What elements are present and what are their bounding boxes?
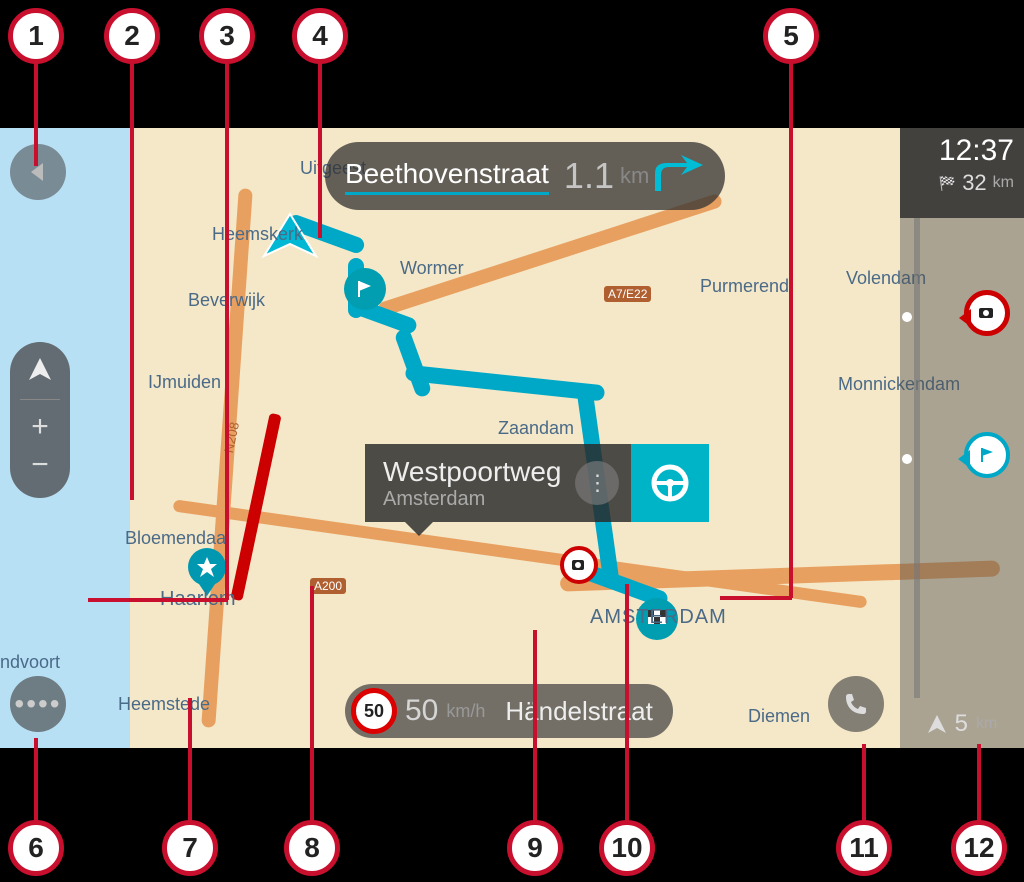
phone-button[interactable] [828, 676, 884, 732]
callout-leader [533, 630, 537, 824]
popup-more-button[interactable]: ⋮ [575, 461, 619, 505]
callout-10: 10 [599, 820, 655, 876]
route-bar-dot [902, 312, 912, 322]
view-zoom-control: + − [10, 342, 70, 498]
map-road [377, 193, 724, 318]
navigation-arrow-icon [27, 356, 53, 382]
arrival-info-panel[interactable]: 12:37 🏁 32 km [900, 128, 1024, 218]
route [394, 327, 433, 398]
popup-title: Westpoortweg [383, 456, 561, 488]
callout-leader [862, 744, 866, 824]
instruction-street: Beethovenstraat [345, 158, 549, 195]
route-bar-camera-icon[interactable] [964, 290, 1010, 336]
callout-leader [789, 60, 793, 598]
callout-leader [310, 586, 314, 824]
speed-camera-marker[interactable] [560, 546, 598, 584]
callout-leader [88, 598, 228, 602]
popup-body[interactable]: Westpoortweg Amsterdam ⋮ [365, 444, 631, 522]
map-road-label: A7/E22 [604, 286, 651, 302]
destination-flag-icon: 🏁 [939, 175, 956, 192]
position-arrow-icon [927, 714, 947, 734]
remaining-distance: 32 [962, 170, 986, 196]
speed-unit: km/h [446, 701, 485, 722]
nearby-distance: 5 [955, 710, 968, 738]
callout-leader [130, 60, 134, 500]
current-speed: 50 [405, 694, 438, 728]
callout-6: 6 [8, 820, 64, 876]
phone-icon [843, 691, 869, 717]
map-city-label: IJmuiden [148, 372, 221, 393]
more-dots-icon: ⋮ [586, 470, 608, 496]
map-city-label: Heemstede [118, 694, 210, 715]
callout-leader [977, 744, 981, 824]
callout-7: 7 [162, 820, 218, 876]
map-city-label: AMSTERDAM [590, 606, 727, 629]
callout-leader [34, 738, 38, 824]
separator [20, 399, 60, 400]
map-city-label: Bloemendaal [125, 528, 230, 549]
route [405, 365, 606, 402]
current-street: Händelstraat [505, 696, 652, 727]
callout-leader [720, 596, 792, 600]
instruction-distance-unit: km [620, 163, 649, 189]
map-city-label: Diemen [748, 706, 810, 727]
route-bar-waypoint-icon[interactable] [964, 432, 1010, 478]
callout-4: 4 [292, 8, 348, 64]
callout-leader [625, 584, 629, 824]
selected-location-popup: Westpoortweg Amsterdam ⋮ [365, 444, 709, 522]
zoom-out-button[interactable]: − [31, 446, 49, 484]
favorite-marker[interactable] [188, 548, 226, 586]
callout-leader [34, 60, 38, 166]
popup-pointer [405, 522, 433, 536]
speed-limit-sign: 50 [351, 688, 397, 734]
next-instruction-panel[interactable]: Beethovenstraat 1.1 km [325, 142, 725, 210]
callout-3: 3 [199, 8, 255, 64]
popup-subtitle: Amsterdam [383, 488, 561, 511]
route-bar-dot [902, 454, 912, 464]
callout-9: 9 [507, 820, 563, 876]
main-menu-button[interactable]: •••• [10, 676, 66, 732]
back-arrow-icon [27, 161, 49, 183]
route-bar[interactable]: 12:37 🏁 32 km 5 km [900, 128, 1024, 748]
callout-1: 1 [8, 8, 64, 64]
route-start-marker[interactable] [344, 268, 386, 310]
callout-5: 5 [763, 8, 819, 64]
callout-8: 8 [284, 820, 340, 876]
callout-leader [188, 698, 192, 824]
map-city-label: Wormer [400, 258, 464, 279]
map-road-label: A200 [310, 578, 346, 594]
back-button[interactable] [10, 144, 66, 200]
map-view[interactable]: Uitgeest Heemskerk Beverwijk IJmuiden Bl… [0, 128, 1024, 748]
map-city-label: Purmerend [700, 276, 789, 297]
switch-view-button[interactable] [27, 356, 53, 391]
route-bar-track [914, 218, 920, 698]
map-city-label: Zaandam [498, 418, 574, 439]
map-city-label: ndvoort [0, 652, 60, 673]
callout-2: 2 [104, 8, 160, 64]
route-bar-current: 5 km [900, 710, 1024, 738]
arrival-time: 12:37 [910, 134, 1014, 168]
steering-wheel-icon [650, 463, 690, 503]
popup-drive-button[interactable] [631, 444, 709, 522]
zoom-in-button[interactable]: + [31, 408, 49, 446]
turn-right-icon [649, 151, 705, 202]
menu-dots-icon: •••• [14, 688, 61, 720]
callout-leader [318, 60, 322, 238]
callout-leader [225, 60, 229, 600]
instruction-distance: 1.1 [564, 155, 614, 197]
callout-12: 12 [951, 820, 1007, 876]
nearby-distance-unit: km [976, 715, 997, 733]
remaining-distance-unit: km [993, 174, 1014, 192]
speed-panel[interactable]: 50 50 km/h Händelstraat [345, 684, 673, 738]
callout-11: 11 [836, 820, 892, 876]
